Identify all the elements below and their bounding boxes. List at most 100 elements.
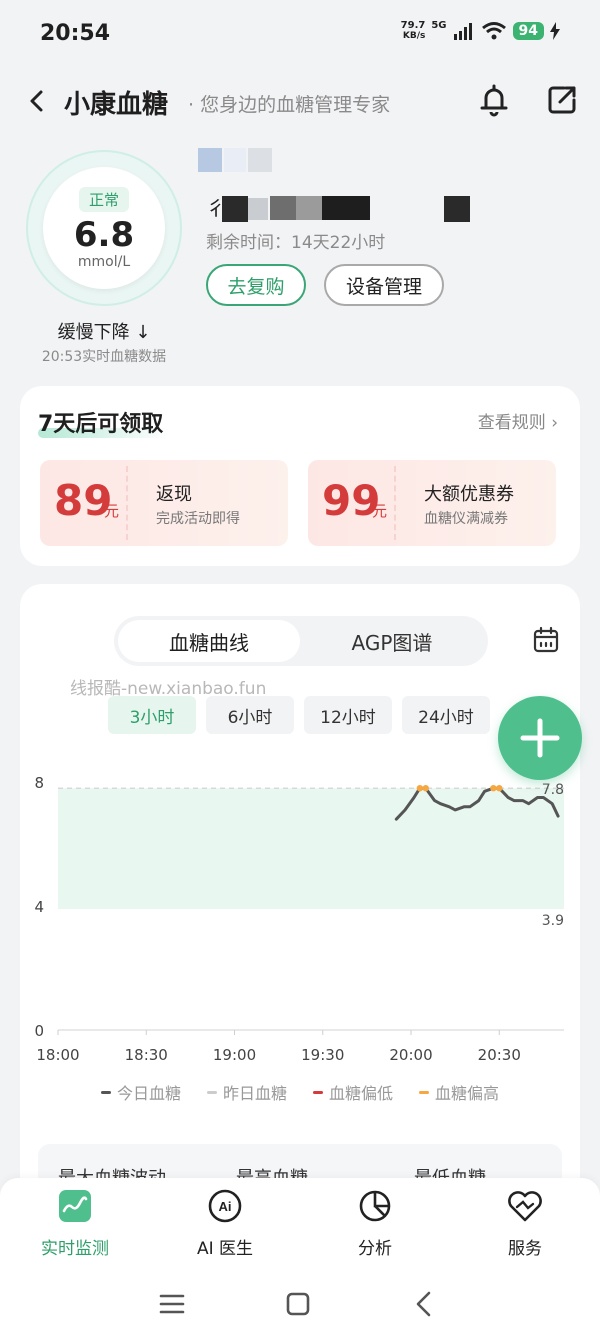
glucose-trend: 缓慢下降 ↓: [28, 318, 180, 344]
x-tick-label: 18:30: [125, 1046, 168, 1064]
range-3h-button[interactable]: 3小时: [108, 696, 196, 734]
device-avatar-blur: [224, 148, 246, 172]
legend-today: 今日血糖: [100, 1080, 181, 1104]
page-title: 小康血糖: [64, 90, 169, 120]
device-manage-button[interactable]: 设备管理: [324, 264, 444, 306]
app-header: 小康血糖 · 您身边的血糖管理专家: [0, 72, 600, 132]
glucose-line-chart: 0 4 8 7.8 3.9 18:00 18:30 19:00 19:30 20:00 20:30: [34, 774, 564, 1064]
trend-down-arrow-icon: ↓: [135, 322, 151, 343]
reward-card: 7天后可领取 查看规则 › 89 元 返现 完成活动即得 99 元 大额优惠券 …: [20, 386, 580, 566]
signal-icon: [453, 23, 472, 40]
legend-yesterday: 昨日血糖: [206, 1080, 287, 1104]
target-high-label: 7.8: [542, 782, 564, 798]
nav-ai-doctor[interactable]: Ai AI 医生: [170, 1186, 280, 1259]
nav-label: AI 医生: [196, 1239, 254, 1259]
glucose-trend-label: 缓慢下降: [57, 322, 130, 343]
wifi-icon: [481, 22, 506, 40]
add-record-button[interactable]: [498, 696, 582, 780]
x-tick-label: 20:30: [478, 1046, 521, 1064]
net-speed: 79.7 KB/s: [400, 20, 426, 41]
coupon-desc: 血糖仪满减券: [424, 511, 508, 527]
nav-label: 实时监测: [41, 1239, 109, 1259]
coupon-title: 大额优惠券: [424, 484, 514, 505]
charging-icon: [550, 22, 560, 40]
device-avatar-blur: [198, 148, 222, 172]
realtime-monitor-icon: [55, 1186, 95, 1226]
reward-title-wrap: 7天后可领取: [38, 406, 170, 438]
sensor-remaining-time: 剩余时间：14天22小时: [206, 233, 386, 253]
high-point-marker: [490, 785, 497, 792]
status-icons: 79.7 KB/s 5G 94: [401, 20, 560, 42]
coupon-divider: [126, 466, 128, 540]
svg-text:Ai: Ai: [219, 1199, 232, 1214]
nav-service[interactable]: 服务: [470, 1186, 580, 1259]
x-tick-label: 19:00: [213, 1046, 256, 1064]
service-heart-icon: [505, 1186, 545, 1226]
nav-label: 分析: [358, 1239, 392, 1259]
chevron-right-icon: ›: [551, 413, 558, 433]
nav-analysis[interactable]: 分析: [320, 1186, 430, 1259]
coupon-unit: 元: [104, 502, 120, 520]
legend-low: 血糖偏低: [313, 1080, 393, 1104]
legend-swatch: [100, 1090, 111, 1094]
redaction-block: [222, 196, 248, 222]
range-24h-button[interactable]: 24小时: [402, 696, 490, 734]
glucose-status-badge: 正常: [78, 186, 129, 212]
redaction-block: [444, 196, 470, 222]
tab-glucose-curve[interactable]: 血糖曲线: [118, 620, 300, 662]
recent-apps-icon[interactable]: [152, 1284, 192, 1324]
analysis-pie-icon: [355, 1186, 395, 1226]
y-tick-label: 8: [34, 774, 44, 792]
home-icon[interactable]: [278, 1284, 318, 1324]
reward-title: 7天后可领取: [38, 412, 164, 437]
legend-high: 血糖偏高: [419, 1080, 499, 1104]
status-time: 20:54: [40, 20, 111, 46]
back-icon[interactable]: [22, 86, 52, 116]
repurchase-button[interactable]: 去复购: [206, 264, 306, 306]
chart-legend: 今日血糖 昨日血糖 血糖偏低 血糖偏高: [20, 1080, 580, 1104]
page-subtitle: · 您身边的血糖管理专家: [188, 94, 391, 116]
device-avatar-blur: [248, 148, 272, 172]
glucose-gauge-inner: 正常 6.8 mmol/L: [43, 167, 165, 289]
view-rules-link[interactable]: 查看规则 ›: [478, 408, 558, 433]
legend-swatch: [419, 1090, 430, 1094]
battery-indicator: 94: [512, 22, 544, 40]
legend-swatch: [313, 1090, 323, 1094]
redaction-block: [322, 196, 370, 220]
realtime-note: 20:53实时血糖数据: [41, 349, 167, 365]
system-back-icon[interactable]: [404, 1284, 444, 1324]
glucose-value: 6.8: [73, 214, 135, 255]
coupon-unit: 元: [372, 502, 388, 520]
coupon-desc: 完成活动即得: [156, 511, 240, 527]
coupon-cashback[interactable]: 89 元 返现 完成活动即得: [40, 460, 288, 546]
high-point-marker: [496, 785, 503, 792]
x-tick-label: 18:00: [36, 1046, 79, 1064]
network-type: 5G: [431, 19, 447, 31]
calendar-icon[interactable]: [532, 626, 560, 654]
y-tick-label: 0: [34, 1022, 44, 1040]
glucose-chart-card: 血糖曲线 AGP图谱 线报酷-new.xianbao.fun 3小时 6小时 1…: [20, 584, 580, 1224]
coupon-title: 返现: [156, 484, 192, 505]
status-bar: 20:54 79.7 KB/s 5G 94: [0, 0, 600, 66]
coupon-discount[interactable]: 99 元 大额优惠券 血糖仪满减券: [308, 460, 556, 546]
range-12h-button[interactable]: 12小时: [304, 696, 392, 734]
bottom-nav: 实时监测 Ai AI 医生 分析 服务: [0, 1178, 600, 1278]
y-tick-label: 4: [34, 898, 44, 916]
redaction-block: [270, 196, 296, 220]
nav-realtime[interactable]: 实时监测: [20, 1186, 130, 1259]
coupon-divider: [394, 466, 396, 540]
range-6h-button[interactable]: 6小时: [206, 696, 294, 734]
redaction-block: [248, 198, 268, 220]
target-range-band: [58, 788, 564, 910]
notification-bell-icon[interactable]: [476, 82, 512, 118]
redaction-block: [296, 196, 322, 220]
share-icon[interactable]: [544, 82, 580, 118]
nav-label: 服务: [508, 1239, 542, 1259]
glucose-gauge[interactable]: 正常 6.8 mmol/L: [26, 150, 182, 306]
glucose-unit: mmol/L: [77, 253, 131, 270]
plus-icon: [520, 718, 560, 758]
tab-agp[interactable]: AGP图谱: [300, 620, 484, 662]
system-nav-bar: [0, 1278, 600, 1333]
target-low-label: 3.9: [542, 913, 564, 929]
legend-swatch: [206, 1090, 217, 1094]
